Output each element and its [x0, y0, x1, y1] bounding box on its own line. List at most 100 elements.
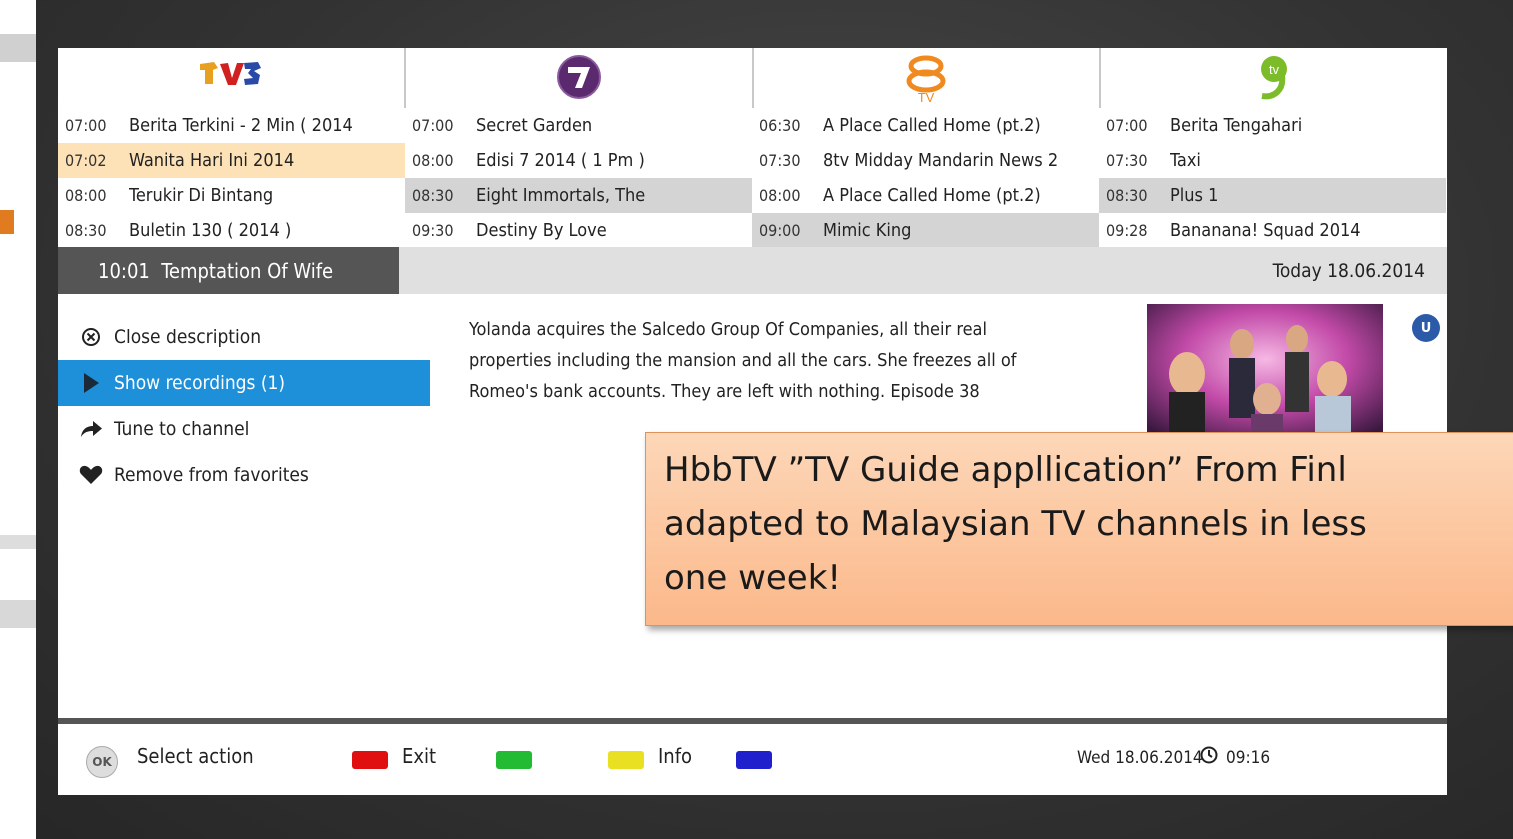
background-window [0, 0, 36, 839]
program-title: Taxi [1170, 150, 1201, 171]
program-row[interactable]: 07:00 Berita Terkini - 2 Min ( 2014 [58, 108, 405, 143]
program-time: 08:30 [65, 221, 107, 240]
selected-program-bar: 10:01 Temptation Of Wife Today 18.06.201… [58, 247, 1447, 294]
program-time: 07:30 [759, 151, 801, 170]
program-title: Terukir Di Bintang [129, 185, 274, 206]
channel-8tv[interactable]: TV [754, 48, 1102, 108]
program-time: 08:00 [759, 186, 801, 205]
schedule-grid: 07:00 Berita Terkini - 2 Min ( 2014 07:02… [58, 108, 1447, 248]
background-window-bar [0, 535, 36, 549]
program-time: 08:30 [1106, 186, 1148, 205]
program-row-current[interactable]: 09:00 Mimic King [752, 213, 1099, 248]
yellow-key-icon[interactable] [608, 751, 644, 769]
program-row[interactable]: 08:30 Buletin 130 ( 2014 ) [58, 213, 405, 248]
action-label: Show recordings (1) [114, 372, 286, 394]
red-key-icon[interactable] [352, 751, 388, 769]
action-label: Close description [114, 326, 262, 348]
close-description-button[interactable]: Close description [58, 314, 430, 360]
program-row[interactable]: 06:30 A Place Called Home (pt.2) [752, 108, 1099, 143]
program-time: 08:30 [412, 186, 454, 205]
program-row[interactable]: 07:30 Taxi [1099, 143, 1446, 178]
program-row[interactable]: 07:30 8tv Midday Mandarin News 2 [752, 143, 1099, 178]
action-label: Remove from favorites [114, 464, 309, 486]
forward-arrow-icon [78, 418, 104, 440]
heart-icon [78, 464, 104, 486]
green-key-icon[interactable] [496, 751, 532, 769]
channel-tv9[interactable]: tv [1101, 48, 1447, 108]
clock-icon [1200, 746, 1218, 769]
program-row[interactable]: 07:00 Secret Garden [405, 108, 752, 143]
callout-line: one week! [664, 558, 842, 598]
schedule-column-tv3: 07:00 Berita Terkini - 2 Min ( 2014 07:02… [58, 108, 405, 248]
program-time: 07:30 [1106, 151, 1148, 170]
background-window-bar [0, 34, 36, 62]
selected-program-name: Temptation Of Wife [161, 258, 334, 283]
footer-bar: OK Select action Exit Info Wed 18.06.201… [58, 724, 1447, 795]
ok-button-icon[interactable]: OK [86, 746, 118, 778]
schedule-column-ntv7: 07:00 Secret Garden 08:00 Edisi 7 2014 ( 1… [405, 108, 752, 248]
program-title: 8tv Midday Mandarin News 2 [823, 150, 1059, 171]
program-row[interactable]: 08:00 A Place Called Home (pt.2) [752, 178, 1099, 213]
8tv-logo-icon: TV [906, 55, 946, 104]
tv3-logo-icon [199, 62, 261, 85]
action-label: Tune to channel [114, 418, 250, 440]
svg-text:tv: tv [1269, 62, 1280, 77]
program-row-selected[interactable]: 07:02 Wanita Hari Ini 2014 [58, 143, 405, 178]
remove-favorites-button[interactable]: Remove from favorites [58, 452, 430, 498]
program-time: 07:00 [412, 116, 454, 135]
program-time: 09:30 [412, 221, 454, 240]
close-circle-icon [78, 326, 104, 348]
channel-header: TV tv [58, 48, 1447, 108]
schedule-column-tv9: 07:00 Berita Tengahari 07:30 Taxi 08:30 Plu… [1099, 108, 1446, 248]
ntv7-logo-icon [556, 55, 601, 99]
info-label: Info [658, 744, 693, 768]
program-title: Berita Tengahari [1170, 115, 1303, 136]
program-title: A Place Called Home (pt.2) [823, 185, 1041, 206]
program-title: Destiny By Love [476, 220, 607, 241]
tv-guide-app: TV tv 07:00 Berita Terkini - 2 Min ( 2014… [58, 48, 1447, 795]
program-thumbnail [1147, 304, 1383, 442]
play-arrow-icon [78, 372, 104, 394]
blue-key-icon[interactable] [736, 751, 772, 769]
program-title: Edisi 7 2014 ( 1 Pm ) [476, 150, 645, 171]
footer-time: 09:16 [1226, 748, 1271, 768]
schedule-column-8tv: 06:30 A Place Called Home (pt.2) 07:30 8tv… [752, 108, 1099, 248]
program-time: 09:28 [1106, 221, 1148, 240]
program-time: 08:00 [412, 151, 454, 170]
guide-date: Today 18.06.2014 [1272, 260, 1425, 282]
program-row[interactable]: 07:00 Berita Tengahari [1099, 108, 1446, 143]
program-row[interactable]: 08:00 Edisi 7 2014 ( 1 Pm ) [405, 143, 752, 178]
program-time: 06:30 [759, 116, 801, 135]
channel-tv3[interactable] [58, 48, 406, 108]
program-row[interactable]: 08:00 Terukir Di Bintang [58, 178, 405, 213]
program-time: 09:00 [759, 221, 801, 240]
show-recordings-button[interactable]: Show recordings (1) [58, 360, 430, 406]
exit-label: Exit [402, 744, 437, 768]
program-row[interactable]: 09:28 Bananana! Squad 2014 [1099, 213, 1446, 248]
program-description: Yolanda acquires the Salcedo Group Of Co… [469, 319, 1017, 402]
program-title: Eight Immortals, The [476, 185, 646, 206]
program-title: Berita Terkini - 2 Min ( 2014 [129, 115, 353, 136]
rating-badge: U [1412, 314, 1440, 342]
selected-program-title: 10:01 Temptation Of Wife [58, 247, 399, 294]
program-time: 07:00 [65, 116, 107, 135]
program-time: 07:00 [1106, 116, 1148, 135]
tune-to-channel-button[interactable]: Tune to channel [58, 406, 430, 452]
program-title: A Place Called Home (pt.2) [823, 115, 1041, 136]
channel-ntv7[interactable] [406, 48, 754, 108]
callout-line: adapted to Malaysian TV channels in less [664, 504, 1367, 544]
action-menu: Close description Show recordings (1) Tu… [58, 314, 430, 498]
selected-program-time: 10:01 [98, 258, 150, 283]
program-title: Secret Garden [476, 115, 593, 136]
background-window-bar [0, 600, 36, 628]
program-time: 07:02 [65, 151, 107, 170]
presentation-callout: HbbTV ”TV Guide appllication” From Finl … [645, 432, 1513, 626]
program-row-current[interactable]: 08:30 Plus 1 [1099, 178, 1446, 213]
program-title: Plus 1 [1170, 185, 1219, 206]
footer-date: Wed 18.06.2014 [1077, 748, 1203, 768]
select-action-label: Select action [137, 744, 254, 768]
background-window-marker [0, 210, 14, 234]
program-row[interactable]: 09:30 Destiny By Love [405, 213, 752, 248]
program-row-current[interactable]: 08:30 Eight Immortals, The [405, 178, 752, 213]
program-title: Bananana! Squad 2014 [1170, 220, 1361, 241]
